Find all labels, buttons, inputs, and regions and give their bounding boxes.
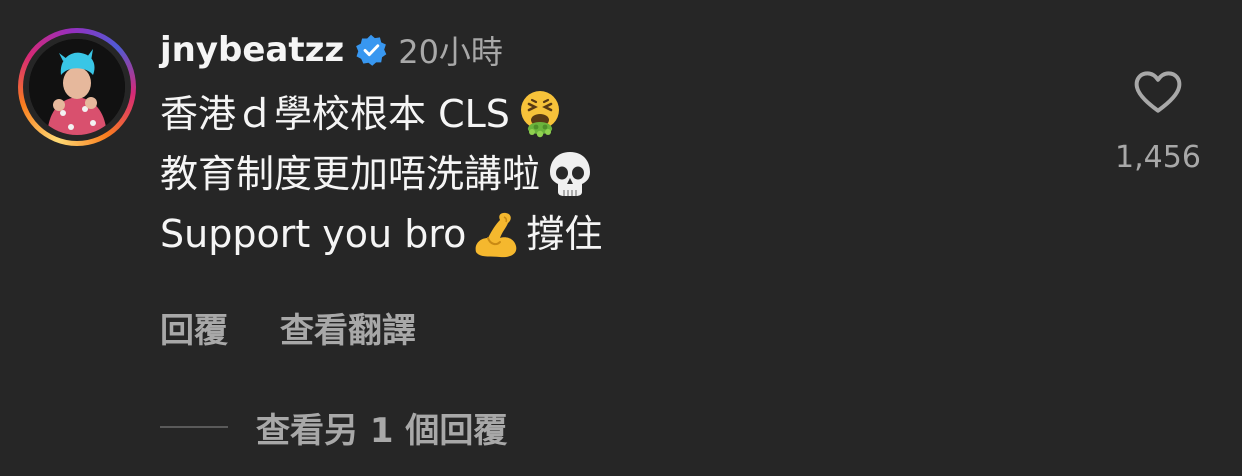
comment-line-text-suffix: 撐住 [526,212,603,256]
comment-timestamp: 20小時 [398,33,503,71]
comment-line-2: 教育制度更加唔洗講啦 [160,144,1060,204]
comment-body: 香港ｄ學校根本 CLS 教育制度更加唔洗講啦 Support you bro 撐… [160,84,1060,264]
comment-actions: 回覆 查看翻譯 [160,302,416,352]
flexed-biceps-emoji [470,208,522,260]
comment-line-1: 香港ｄ學校根本 CLS [160,84,1060,144]
username-link[interactable]: jnybeatzz [160,30,344,70]
like-count: 1,456 [1115,140,1201,175]
replies-divider-line [160,426,228,428]
comment-line-text: Support you bro [160,212,467,256]
comment-line-text: 教育制度更加唔洗講啦 [160,152,541,196]
skull-emoji [544,148,596,200]
comment-line-text: 香港ｄ學校根本 CLS [160,92,510,136]
verified-badge-icon [354,33,388,67]
comment-header: jnybeatzz 20小時 [160,26,503,74]
see-translation-button[interactable]: 查看翻譯 [280,303,416,352]
avatar[interactable] [29,39,125,135]
reply-button[interactable]: 回覆 [160,303,228,352]
view-replies-button[interactable]: 查看另 1 個回覆 [160,402,507,452]
avatar-story-ring[interactable] [18,28,136,146]
view-replies-label: 查看另 1 個回覆 [256,410,508,451]
vomiting-face-emoji [514,88,566,140]
heart-outline-icon[interactable] [1130,64,1186,120]
avatar-image [29,39,125,135]
avatar-ring-gap [23,33,131,141]
comment-line-3: Support you bro 撐住 [160,204,1060,264]
